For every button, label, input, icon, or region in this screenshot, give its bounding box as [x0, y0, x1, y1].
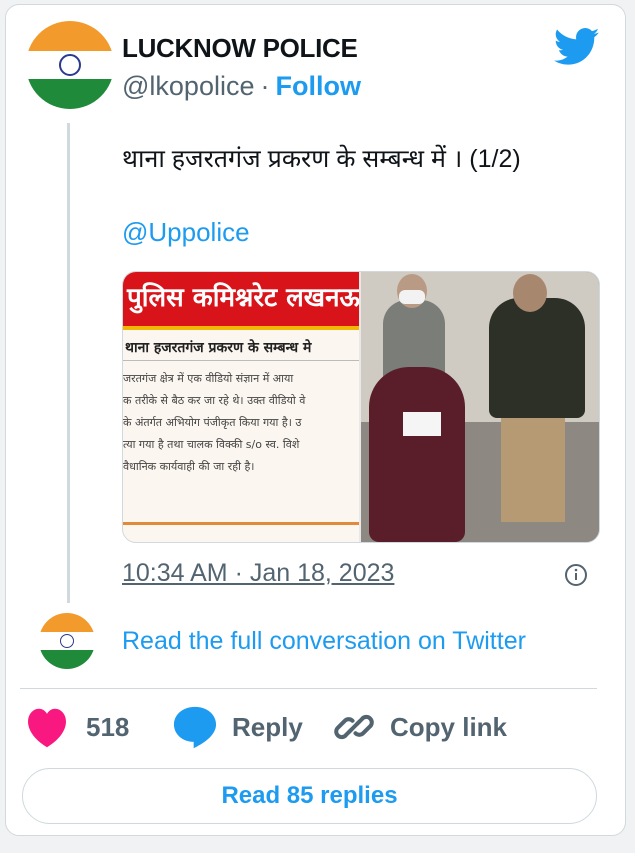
speech-bubble-icon: [173, 706, 217, 749]
press-note-banner: पुलिस कमिश्नरेट लखनऊ: [123, 272, 359, 326]
tweet-timestamp[interactable]: 10:34 AM · Jan 18, 2023: [122, 559, 394, 588]
banner-underline: [123, 326, 359, 330]
reply-label: Reply: [232, 711, 303, 742]
photo-person-officer: [489, 298, 585, 418]
press-note-line: त्या गया है तथा चालक विक्की s/o स्व. विश…: [123, 438, 300, 451]
tweet-card: LUCKNOW POLICE @lkopolice · Follow थाना हज…: [5, 4, 626, 836]
conversation-avatar[interactable]: [39, 613, 95, 669]
photo-person-officer-head: [513, 274, 547, 312]
press-note-line: क तरीके से बैठ कर जा रहे थे। उक्त वीडियो…: [123, 394, 306, 407]
photo-number-plate: [403, 412, 441, 436]
follow-link[interactable]: Follow: [275, 71, 360, 101]
mention-link[interactable]: @Uppolice: [122, 217, 250, 248]
copy-link-button[interactable]: Copy link: [332, 703, 507, 751]
like-button[interactable]: 518: [24, 703, 129, 751]
tweet-media[interactable]: पुलिस कमिश्नरेट लखनऊ थाना हजरतगंज प्रकरण…: [122, 271, 600, 543]
press-note-footer-line: [123, 522, 359, 525]
photo-image[interactable]: [361, 272, 599, 542]
actions-divider: [20, 688, 597, 689]
photo-person-officer-legs: [501, 418, 565, 522]
read-replies-button[interactable]: Read 85 replies: [22, 768, 597, 824]
read-full-conversation-link[interactable]: Read the full conversation on Twitter: [122, 627, 526, 656]
press-note-subhead: थाना हजरतगंज प्रकरण के सम्बन्ध मे: [125, 340, 312, 356]
press-note-image[interactable]: पुलिस कमिश्नरेट लखनऊ थाना हजरतगंज प्रकरण…: [123, 272, 359, 542]
copy-link-label: Copy link: [390, 711, 508, 742]
press-note-rule: [123, 360, 359, 361]
reply-button[interactable]: Reply: [172, 703, 303, 751]
press-note-line: वैधानिक कार्यवाही की जा रही है।: [123, 460, 255, 473]
author-handle-row: @lkopolice · Follow: [122, 71, 361, 102]
author-avatar[interactable]: [26, 21, 114, 109]
press-note-body: जरतगंज क्षेत्र में एक वीडियो संज्ञान में…: [123, 368, 305, 478]
like-count: 518: [86, 711, 130, 742]
info-icon[interactable]: [564, 563, 588, 587]
link-icon: [334, 714, 374, 740]
photo-face-mask: [399, 290, 425, 304]
photo-scooter: [369, 367, 465, 542]
tweet-text: थाना हजरतगंज प्रकरण के सम्बन्ध में । (1/…: [122, 145, 521, 173]
press-note-line: के अंतर्गत अभियोग पंजीकृत किया गया है। उ: [123, 416, 302, 429]
separator: ·: [260, 71, 270, 101]
twitter-bird-icon[interactable]: [554, 27, 600, 67]
author-handle[interactable]: @lkopolice: [122, 71, 254, 101]
press-note-line: जरतगंज क्षेत्र में एक वीडियो संज्ञान में…: [123, 372, 294, 385]
author-name[interactable]: LUCKNOW POLICE: [122, 33, 358, 64]
thread-line: [67, 123, 70, 603]
heart-icon: [28, 708, 66, 748]
